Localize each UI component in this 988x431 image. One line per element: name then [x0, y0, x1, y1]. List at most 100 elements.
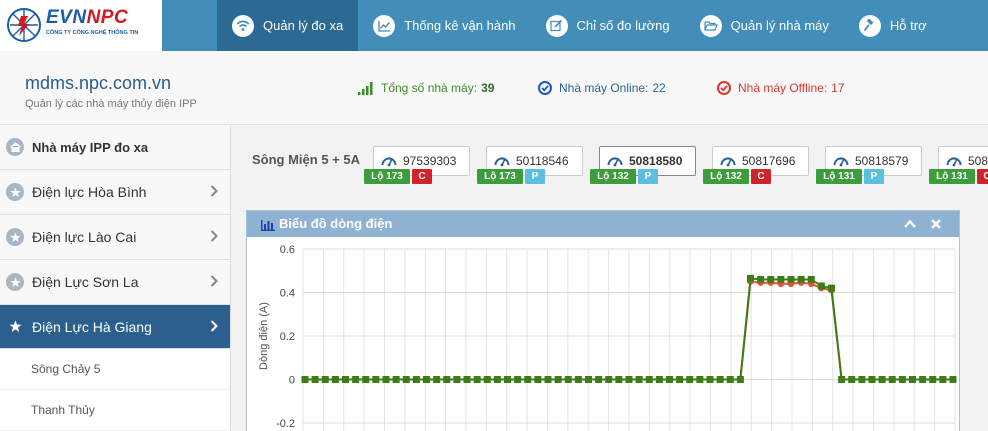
stat-online-plants: Nhà máy Online: 22 [538, 81, 666, 95]
home-icon [6, 138, 24, 156]
stat-total-label: Tổng số nhà máy: [381, 81, 478, 95]
feeder-badge: Lộ 173 [477, 169, 523, 184]
meter-id: 97539303 [403, 154, 457, 168]
data-point [311, 376, 319, 383]
nav-item-plant-management[interactable]: Quản lý nhà máy [685, 0, 844, 51]
sidebar-item-hoa-binh[interactable]: Điện lực Hòa Bình [0, 170, 230, 215]
data-point [807, 275, 815, 283]
sidebar-subitem-thanh-thuy[interactable]: Thanh Thủy [0, 390, 230, 431]
gavel-icon [858, 14, 881, 37]
sidebar-item-label: Nhà máy IPP đo xa [32, 139, 149, 155]
meter-id: 508 [968, 154, 988, 168]
dashboard-gauge-icon [494, 154, 510, 168]
data-point [777, 275, 785, 283]
stat-online-label: Nhà máy Online: [559, 81, 649, 95]
data-point [787, 275, 795, 283]
logo-subtitle: CÔNG TY CÔNG NGHỆ THÔNG TIN [46, 30, 139, 36]
data-point [726, 376, 734, 383]
status-badge: P [638, 169, 658, 184]
sidebar-subitem-song-chay-5[interactable]: Sông Chảy 5 [0, 349, 230, 390]
y-tick-label: 0.4 [280, 288, 295, 300]
data-point [554, 376, 562, 383]
stat-offline-value: 17 [831, 81, 845, 95]
sidebar-item-lao-cai[interactable]: Điện lực Lào Cai [0, 215, 230, 260]
chevron-up-icon[interactable] [904, 217, 916, 235]
nav-item-measurements[interactable]: Chỉ số đo lường [531, 0, 685, 51]
feeder-badge: Lộ 131 [929, 169, 975, 184]
current-line-chart: 0.6 0.4 0.2 0 -0.2 Dòng điện (A) [258, 244, 957, 431]
sidebar-item-label: Điện Lực Sơn La [32, 274, 139, 290]
data-point [321, 376, 329, 383]
data-point [433, 376, 441, 383]
feeder-badge: Lộ 132 [703, 169, 749, 184]
status-badge: P [864, 169, 884, 184]
dashboard-gauge-icon [381, 154, 397, 168]
data-point [585, 376, 592, 383]
data-point [473, 376, 481, 383]
status-badge: C [751, 169, 771, 184]
data-point [331, 376, 339, 383]
stat-offline-label: Nhà máy Offline: [738, 81, 828, 95]
logo[interactable]: EVNNPC CÔNG TY CÔNG NGHỆ THÔNG TIN [0, 0, 162, 51]
data-point [868, 376, 876, 383]
star-icon [6, 183, 24, 201]
check-circle-icon [717, 81, 731, 95]
data-point [574, 376, 582, 383]
sidebar-item-ipp-remote[interactable]: Nhà máy IPP đo xa [0, 125, 230, 170]
data-point [453, 376, 461, 383]
status-badge: P [525, 169, 545, 184]
nav-label: Thống kê vận hành [404, 18, 516, 33]
data-point [504, 376, 511, 383]
data-point [635, 376, 643, 383]
chevron-right-icon [210, 274, 218, 290]
data-point [767, 275, 775, 283]
data-point [888, 376, 896, 383]
y-tick-label: 0 [289, 375, 295, 387]
data-point [362, 376, 370, 383]
data-point [696, 376, 704, 383]
sidebar-item-ha-giang[interactable]: Điện Lực Hà Giang [0, 305, 230, 349]
data-point [463, 376, 471, 383]
nav-item-support[interactable]: Hỗ trợ [844, 0, 942, 51]
data-point [747, 274, 754, 282]
bar-chart-icon [261, 218, 275, 236]
data-point [514, 376, 522, 383]
nav-label: Quản lý nhà máy [730, 18, 829, 33]
data-point [878, 376, 886, 383]
chevron-right-icon [210, 184, 218, 200]
data-point [544, 376, 552, 383]
data-point [838, 376, 846, 383]
site-subtitle: Quản lý các nhà máy thủy điện IPP [25, 98, 197, 110]
main-nav: Quản lý đo xa Thống kê vận hành Chỉ số đ… [217, 0, 942, 51]
stat-total-value: 39 [481, 81, 495, 95]
data-point [625, 376, 633, 383]
chevron-right-icon [210, 229, 218, 245]
chevron-right-icon [210, 319, 218, 335]
sidebar-item-label: Điện Lực Hà Giang [32, 318, 152, 335]
signal-icon [358, 81, 374, 95]
data-point [949, 376, 957, 383]
data-point [372, 376, 380, 383]
data-point [615, 376, 623, 383]
feeder-badge: Lộ 131 [816, 169, 862, 184]
data-point [443, 376, 451, 383]
data-point [392, 376, 400, 383]
sidebar-item-son-la[interactable]: Điện Lực Sơn La [0, 260, 230, 305]
close-icon[interactable] [930, 217, 942, 235]
sidebar-item-label: Điện lực Lào Cai [32, 229, 137, 245]
star-icon [6, 228, 24, 246]
logo-text: EVNNPC [46, 7, 129, 28]
data-point [382, 376, 390, 383]
star-icon [6, 317, 24, 336]
y-axis-label: Dòng điện (A) [258, 302, 270, 370]
nav-item-operation-stats[interactable]: Thống kê vận hành [358, 0, 530, 51]
top-navbar: EVNNPC CÔNG TY CÔNG NGHỆ THÔNG TIN Quản … [0, 0, 988, 51]
star-icon [6, 273, 24, 291]
y-tick-label: 0.2 [280, 331, 295, 343]
folder-open-icon [699, 14, 722, 37]
data-point [716, 376, 724, 383]
data-point [483, 376, 491, 383]
data-point [402, 376, 410, 383]
site-title: mdms.npc.com.vn [25, 73, 172, 93]
nav-item-remote-reading[interactable]: Quản lý đo xa [217, 0, 359, 51]
